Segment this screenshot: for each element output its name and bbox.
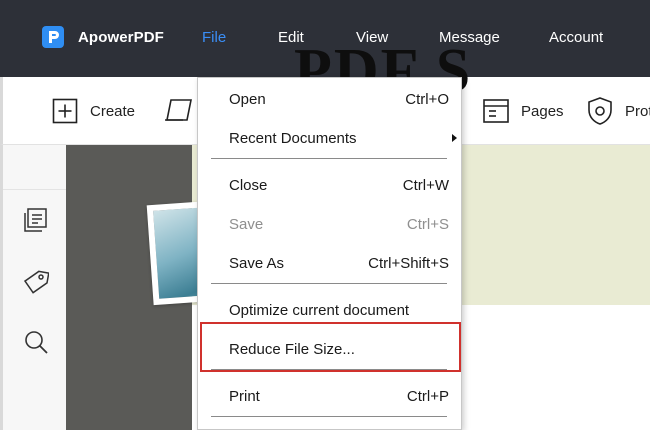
pages-label: Pages [521, 102, 564, 120]
menu-item-save-as[interactable]: Save As Ctrl+Shift+S [198, 245, 461, 281]
close-shortcut: Ctrl+W [402, 177, 449, 194]
shield-icon [588, 97, 612, 125]
submenu-arrow-icon [452, 134, 457, 142]
optimize-label: Optimize current document [229, 302, 410, 319]
thumbnails-icon[interactable] [23, 207, 49, 233]
pages-button[interactable]: Pages [482, 77, 564, 145]
search-icon[interactable] [23, 329, 49, 355]
close-label: Close [229, 177, 268, 194]
menu-file[interactable]: File [202, 29, 226, 46]
app-name: ApowerPDF [78, 29, 164, 46]
menu-item-open[interactable]: Open Ctrl+O [198, 81, 461, 117]
menu-separator [211, 416, 447, 417]
pages-icon [483, 99, 509, 123]
menu-separator [211, 158, 447, 159]
print-shortcut: Ctrl+P [406, 388, 449, 405]
save-as-label: Save As [229, 255, 285, 272]
left-sidebar [0, 145, 66, 430]
menu-item-recent-documents[interactable]: Recent Documents [198, 120, 461, 156]
menu-item-save: Save Ctrl+S [198, 206, 461, 242]
file-menu-dropdown: Open Ctrl+O Recent Documents Close Ctrl+… [197, 77, 462, 430]
open-shortcut: Ctrl+O [405, 91, 449, 108]
print-label: Print [229, 388, 260, 405]
menu-account[interactable]: Account [549, 29, 603, 46]
menu-item-close[interactable]: Close Ctrl+W [198, 167, 461, 203]
menu-item-reduce-file-size[interactable]: Reduce File Size... [198, 331, 461, 367]
menu-item-optimize[interactable]: Optimize current document [198, 292, 461, 328]
protect-label: Prot [625, 102, 650, 120]
create-button[interactable]: Create [52, 77, 135, 145]
recent-documents-label: Recent Documents [229, 130, 357, 147]
save-label: Save [229, 216, 264, 233]
open-label: Open [229, 91, 266, 108]
create-label: Create [90, 102, 136, 120]
plus-square-icon [52, 98, 78, 124]
save-shortcut: Ctrl+S [406, 216, 449, 233]
tag-icon[interactable] [23, 269, 49, 295]
convert-button[interactable] [163, 77, 197, 145]
menu-separator [211, 283, 447, 284]
menu-separator [211, 369, 447, 370]
menu-item-print[interactable]: Print Ctrl+P [198, 378, 461, 414]
apowerpdf-logo-icon[interactable] [42, 26, 64, 48]
sidebar-header [3, 145, 66, 190]
save-as-shortcut: Ctrl+Shift+S [368, 255, 449, 272]
scroll-icon [165, 99, 192, 121]
reduce-file-size-label: Reduce File Size... [229, 341, 355, 358]
protect-button[interactable]: Prot [586, 77, 650, 145]
